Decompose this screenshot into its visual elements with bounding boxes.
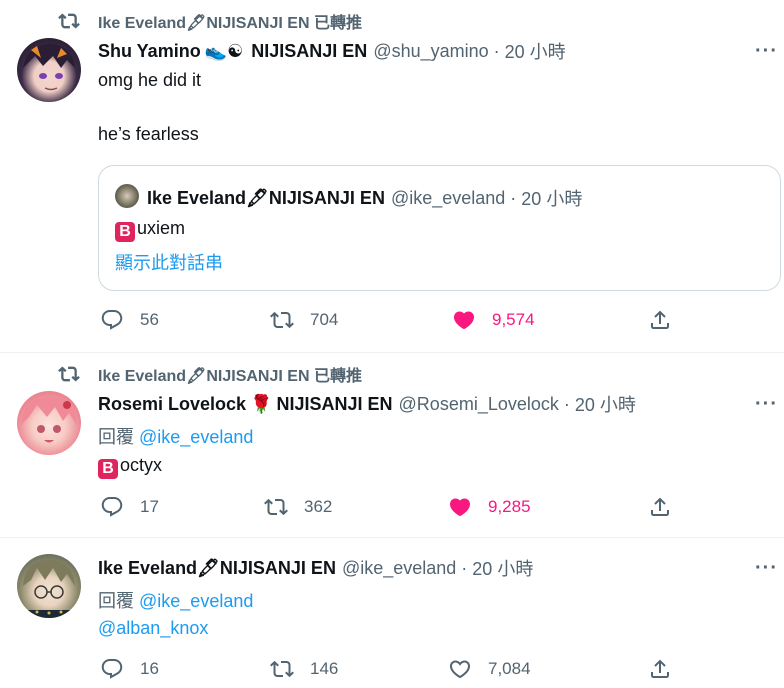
retweet-indicator: Ike Eveland🖋NIJISANJI EN 已轉推 bbox=[58, 363, 362, 385]
reply-icon bbox=[101, 497, 123, 517]
reply-button[interactable]: 17 bbox=[100, 495, 159, 519]
quote-text: Buxiem bbox=[115, 218, 185, 242]
author-name[interactable]: Ike Eveland🖋NIJISANJI EN bbox=[98, 558, 336, 579]
quoted-tweet[interactable]: Ike Eveland🖋NIJISANJI EN @ike_eveland · … bbox=[98, 165, 781, 291]
share-button[interactable] bbox=[648, 657, 672, 681]
author-handle[interactable]: @ike_eveland bbox=[342, 558, 456, 579]
reply-button[interactable]: 56 bbox=[100, 308, 159, 332]
author-handle[interactable]: @shu_yamino bbox=[373, 41, 488, 62]
retweet-count: 146 bbox=[310, 659, 339, 678]
timestamp[interactable]: 20 小時 bbox=[575, 391, 636, 417]
tweet-1[interactable]: Ike Eveland🖋NIJISANJI EN 已轉推 Shu Yamino … bbox=[0, 0, 784, 352]
reply-icon bbox=[101, 659, 123, 679]
mention-link[interactable]: @ike_eveland bbox=[139, 427, 253, 447]
more-icon[interactable]: ··· bbox=[755, 557, 778, 580]
avatar[interactable] bbox=[17, 38, 81, 102]
reply-count: 17 bbox=[140, 497, 159, 516]
more-icon[interactable]: ··· bbox=[755, 40, 778, 63]
b-emoji-icon: B bbox=[98, 459, 118, 479]
avatar[interactable] bbox=[17, 391, 81, 455]
share-icon bbox=[651, 497, 669, 516]
share-icon bbox=[651, 659, 669, 678]
reply-icon bbox=[101, 310, 123, 330]
timestamp[interactable]: 20 小時 bbox=[472, 555, 533, 581]
retweet-icon bbox=[270, 660, 294, 678]
retweet-button[interactable]: 146 bbox=[270, 657, 338, 681]
retweet-icon bbox=[58, 366, 80, 382]
tweet-text-line-1: omg he did it bbox=[98, 70, 202, 90]
name-emojis: 👟☯ bbox=[204, 40, 244, 61]
mention-link[interactable]: @ike_eveland bbox=[139, 591, 253, 611]
timestamp[interactable]: 20 小時 bbox=[505, 38, 566, 64]
share-button[interactable] bbox=[648, 308, 672, 332]
retweet-count: 704 bbox=[310, 310, 339, 329]
reply-context: 回覆 @ike_eveland bbox=[98, 591, 254, 611]
name-emojis: 🌹 bbox=[250, 393, 273, 414]
like-icon bbox=[453, 311, 475, 330]
like-button[interactable]: 9,574 bbox=[452, 308, 535, 332]
quote-timestamp: 20 小時 bbox=[521, 189, 583, 209]
quote-author-name: Ike Eveland🖋NIJISANJI EN bbox=[147, 187, 385, 208]
tweet-3[interactable]: Ike Eveland🖋NIJISANJI EN @ike_eveland · … bbox=[0, 538, 784, 688]
reply-context: 回覆 @ike_eveland bbox=[98, 427, 254, 447]
author-name-suffix[interactable]: NIJISANJI EN bbox=[251, 41, 367, 62]
reply-button[interactable]: 16 bbox=[100, 657, 159, 681]
tweet-header: Shu Yamino 👟☯ NIJISANJI EN @shu_yamino ·… bbox=[98, 38, 774, 64]
tweet-text-mention[interactable]: @alban_knox bbox=[98, 618, 208, 639]
like-count: 7,084 bbox=[488, 659, 531, 678]
retweet-label[interactable]: Ike Eveland🖋NIJISANJI EN 已轉推 bbox=[98, 362, 362, 386]
tweet-2[interactable]: Ike Eveland🖋NIJISANJI EN 已轉推 Rosemi Love… bbox=[0, 353, 784, 537]
retweet-icon bbox=[58, 13, 80, 29]
like-count: 9,574 bbox=[492, 310, 535, 329]
author-handle[interactable]: @Rosemi_Lovelock bbox=[399, 394, 559, 415]
tweet-actions: 56 704 9,574 bbox=[98, 308, 688, 336]
share-icon bbox=[651, 310, 669, 329]
retweet-button[interactable]: 704 bbox=[270, 308, 338, 332]
author-name[interactable]: Rosemi Lovelock bbox=[98, 394, 246, 415]
b-emoji-icon: B bbox=[115, 222, 135, 242]
retweet-count: 362 bbox=[304, 497, 333, 516]
quote-avatar bbox=[115, 184, 139, 208]
share-button[interactable] bbox=[648, 495, 672, 519]
retweet-label[interactable]: Ike Eveland🖋NIJISANJI EN 已轉推 bbox=[98, 9, 362, 33]
reply-count: 16 bbox=[140, 659, 159, 678]
like-count: 9,285 bbox=[488, 497, 531, 516]
retweet-indicator: Ike Eveland🖋NIJISANJI EN 已轉推 bbox=[58, 10, 362, 32]
tweet-actions: 16 146 7,084 bbox=[98, 657, 688, 685]
quote-author-handle: @ike_eveland bbox=[390, 187, 506, 208]
tweet-text-line-2: he’s fearless bbox=[98, 124, 199, 144]
more-icon[interactable]: ··· bbox=[755, 393, 778, 416]
author-name-suffix[interactable]: NIJISANJI EN bbox=[276, 394, 392, 415]
retweet-icon bbox=[270, 311, 294, 329]
tweet-text: Boctyx bbox=[98, 455, 162, 479]
tweet-actions: 17 362 9,285 bbox=[98, 495, 688, 523]
retweet-icon bbox=[264, 498, 288, 516]
show-thread-link[interactable]: 顯示此對話串 bbox=[115, 249, 223, 275]
author-name[interactable]: Shu Yamino bbox=[98, 41, 201, 62]
like-button[interactable]: 7,084 bbox=[448, 657, 531, 681]
like-icon bbox=[449, 498, 471, 517]
like-button[interactable]: 9,285 bbox=[448, 495, 531, 519]
reply-count: 56 bbox=[140, 310, 159, 329]
tweet-header: Ike Eveland🖋NIJISANJI EN @ike_eveland · … bbox=[98, 555, 774, 581]
retweet-button[interactable]: 362 bbox=[264, 495, 332, 519]
avatar[interactable] bbox=[17, 554, 81, 618]
tweet-header: Rosemi Lovelock 🌹 NIJISANJI EN @Rosemi_L… bbox=[98, 391, 774, 417]
quote-header: Ike Eveland🖋NIJISANJI EN @ike_eveland · … bbox=[147, 185, 582, 211]
like-icon bbox=[449, 660, 471, 679]
